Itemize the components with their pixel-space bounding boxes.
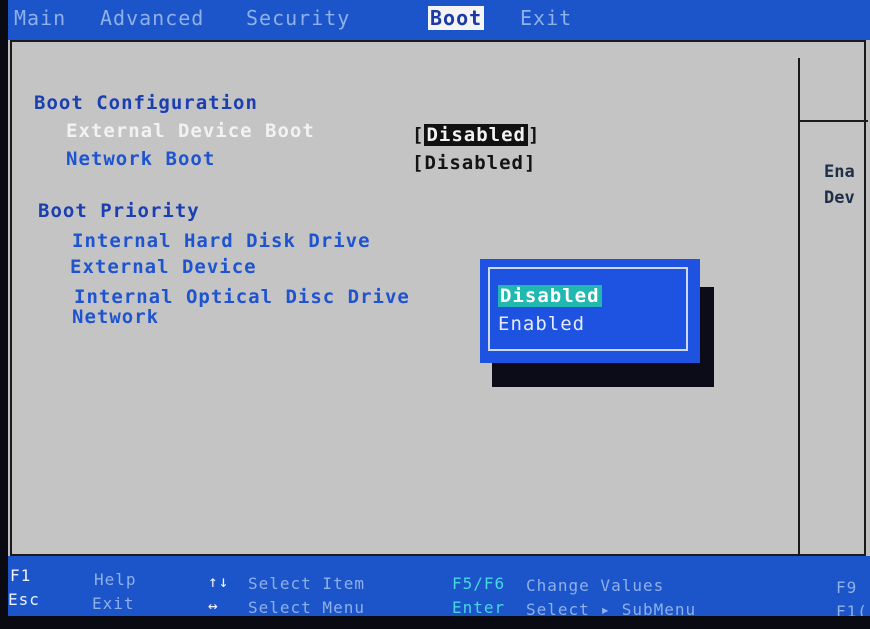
select-submenu-label: Select ▸ SubMenu bbox=[526, 600, 697, 616]
f9-key: F9 bbox=[836, 578, 858, 597]
menu-main[interactable]: Main bbox=[14, 6, 66, 30]
external-device-boot-value[interactable]: [Disabled] bbox=[412, 124, 540, 146]
exit-key-label: Exit bbox=[92, 594, 135, 613]
network-boot-label[interactable]: Network Boot bbox=[66, 148, 215, 170]
main-panel: Ena Dev Boot Configuration External Devi… bbox=[10, 40, 868, 562]
f10-key: F1( bbox=[836, 602, 868, 616]
bottom-key-bar: F1 Help Esc Exit ↑↓ Select Item ↔ Select… bbox=[8, 556, 870, 616]
priority-item[interactable]: External Device bbox=[70, 256, 257, 278]
menu-advanced[interactable]: Advanced bbox=[100, 6, 204, 30]
help-text-line-1: Ena bbox=[824, 162, 855, 182]
help-panel-divider bbox=[798, 58, 800, 562]
enter-key: Enter bbox=[452, 598, 506, 616]
external-device-boot-label[interactable]: External Device Boot bbox=[66, 120, 315, 142]
esc-key: Esc bbox=[8, 590, 40, 609]
popup-option-disabled[interactable]: Disabled bbox=[498, 285, 602, 307]
priority-item[interactable]: Network bbox=[72, 306, 159, 328]
help-header-divider bbox=[798, 120, 868, 122]
network-boot-value[interactable]: [Disabled] bbox=[412, 152, 536, 174]
popup-border bbox=[488, 267, 688, 351]
priority-item[interactable]: Internal Optical Disc Drive bbox=[74, 286, 410, 308]
bios-screen: Main Advanced Security Boot Exit Ena Dev… bbox=[8, 0, 870, 616]
menu-exit[interactable]: Exit bbox=[520, 6, 572, 30]
up-down-arrows-icon: ↑↓ bbox=[208, 572, 230, 591]
external-device-boot-value-text: Disabled bbox=[424, 124, 528, 146]
network-boot-value-text: Disabled bbox=[424, 152, 524, 174]
boot-configuration-title: Boot Configuration bbox=[34, 92, 258, 114]
value-select-popup: Disabled Enabled bbox=[480, 259, 700, 363]
priority-item[interactable]: Internal Hard Disk Drive bbox=[72, 230, 371, 252]
left-right-arrows-icon: ↔ bbox=[208, 596, 219, 615]
help-key-label: Help bbox=[94, 570, 137, 589]
f5-f6-key: F5/F6 bbox=[452, 574, 506, 593]
popup-option-enabled[interactable]: Enabled bbox=[498, 313, 585, 335]
menu-security[interactable]: Security bbox=[246, 6, 350, 30]
boot-priority-title: Boot Priority bbox=[38, 200, 200, 222]
select-menu-label: Select Menu bbox=[248, 598, 365, 616]
help-text-line-2: Dev bbox=[824, 188, 855, 208]
menu-boot[interactable]: Boot bbox=[428, 6, 485, 30]
top-menu-bar: Main Advanced Security Boot Exit bbox=[8, 0, 870, 40]
change-values-label: Change Values bbox=[526, 576, 665, 595]
f1-key: F1 bbox=[10, 566, 32, 585]
select-item-label: Select Item bbox=[248, 574, 365, 593]
